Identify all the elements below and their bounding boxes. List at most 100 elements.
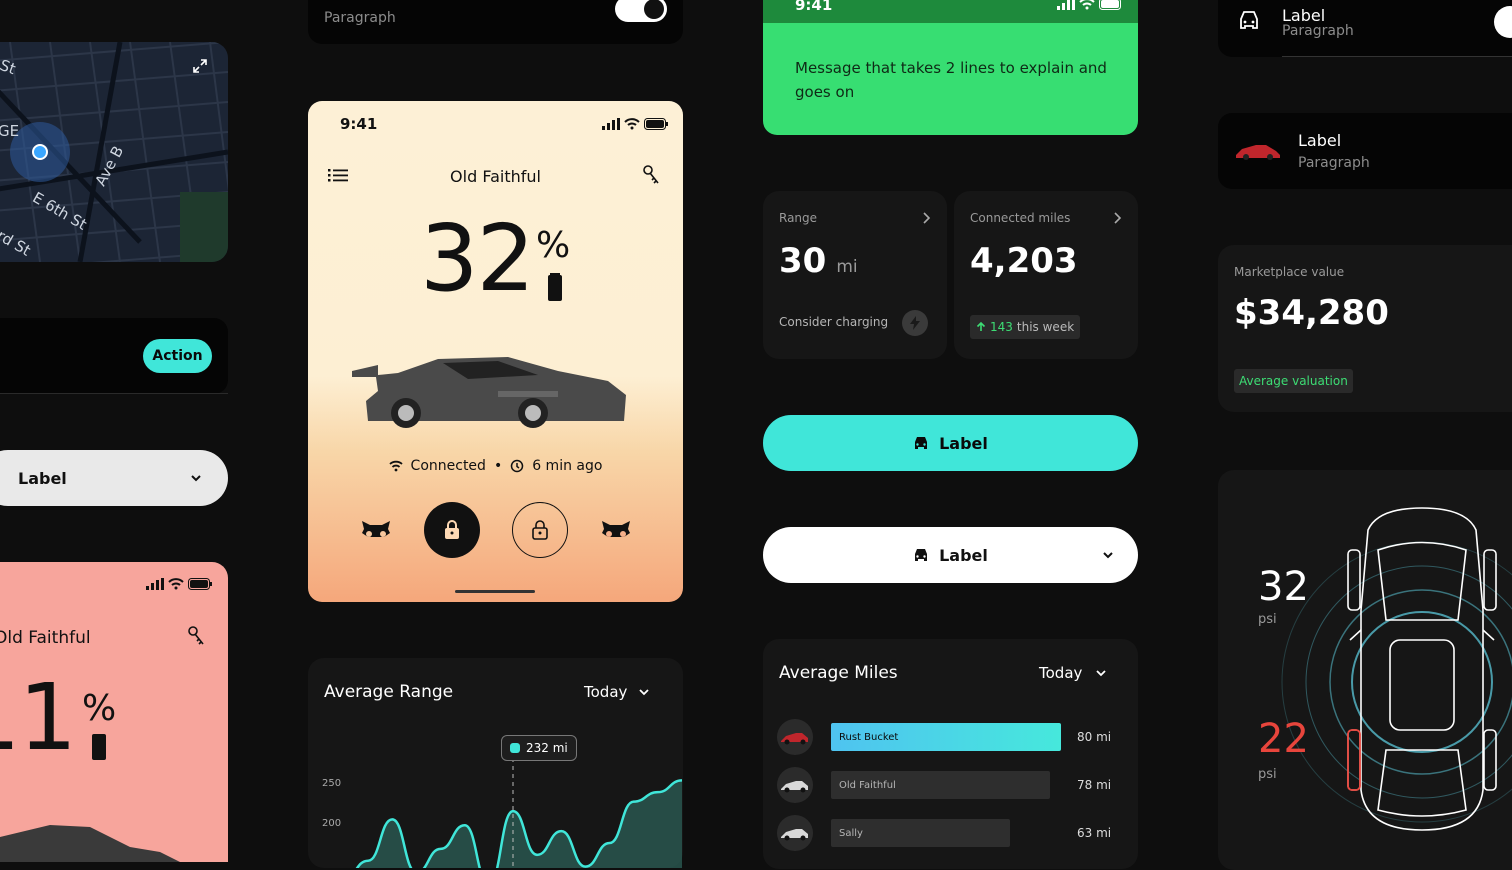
car-icon [1240, 11, 1258, 29]
stat-label: Range [779, 211, 818, 225]
expand-icon[interactable] [192, 58, 208, 74]
lock-button[interactable] [424, 502, 480, 558]
stat-hint: Consider charging [779, 315, 889, 329]
pink-phone-screen: Old Faithful 11 % [0, 562, 228, 862]
keys-icon[interactable] [184, 624, 208, 648]
battery-level-icon [548, 275, 562, 301]
status-separator: • [493, 458, 503, 474]
car-illustration [352, 357, 626, 428]
stat-value-group: 30 mi [779, 241, 858, 281]
map-street-label: GE [0, 122, 20, 140]
bar-value: 63 mi [1077, 826, 1112, 840]
action-card: Action [0, 318, 228, 394]
y-tick-label: 200 [322, 818, 342, 829]
map-card[interactable]: St GE Ave B E 6th St rd St [0, 42, 228, 262]
message-banner: 9:41 Message that takes 2 lines to expla… [763, 0, 1138, 135]
wifi-icon [388, 460, 403, 472]
tooltip-value: 232 mi [526, 741, 568, 755]
chevron-right-icon [923, 212, 931, 224]
bar-fill: Old Faithful [831, 771, 1050, 799]
connection-text: Connected [410, 458, 486, 474]
battery-cap [550, 273, 560, 276]
pressure-unit: psi [1258, 767, 1277, 782]
rear-tire-pressure: 22 [1258, 716, 1309, 762]
car-top-view [1281, 507, 1512, 831]
primary-button[interactable]: Label [763, 415, 1138, 471]
delta-badge: 143 this week [970, 315, 1081, 339]
list-item[interactable]: Label Paragraph [1218, 113, 1512, 189]
divider [1282, 56, 1512, 57]
wifi-icon [168, 578, 184, 590]
car-icon [915, 437, 928, 449]
battery-level-icon [92, 734, 106, 760]
market-value: $34,280 [1234, 293, 1389, 333]
tire-pressure-card: 32 psi 22 psi [1218, 470, 1512, 870]
range-stat-card[interactable]: Range 30 mi Consider charging [763, 191, 947, 359]
bar-row: Old Faithful 78 mi [777, 767, 1124, 803]
percent-sign: % [536, 225, 571, 266]
arrow-up-icon [976, 322, 986, 331]
range-chart [344, 758, 683, 868]
bar-label: Old Faithful [839, 779, 896, 791]
pressure-unit: psi [1258, 612, 1277, 627]
label-dropdown[interactable]: Label [0, 450, 228, 506]
action-button[interactable]: Action [143, 339, 212, 373]
chart-tooltip: 232 mi [501, 735, 577, 761]
bar-track: Rust Bucket [831, 723, 1061, 751]
chevron-right-icon [1114, 212, 1122, 224]
toggle-knob[interactable] [1494, 6, 1512, 38]
vehicle-dropdown[interactable]: Label [763, 527, 1138, 583]
period-label: Today [1039, 664, 1083, 682]
frunk-icon[interactable] [360, 515, 392, 539]
delta-value: 143 [990, 320, 1013, 334]
vehicle-phone-screen: 9:41 Old Faithful 32 % Connected • 6 min… [308, 101, 683, 602]
vehicle-title: Old Faithful [450, 167, 541, 186]
trunk-icon[interactable] [600, 515, 632, 539]
list-paragraph: Paragraph [1298, 155, 1370, 171]
signal-icon [602, 118, 620, 130]
unlock-icon [532, 520, 548, 540]
status-icons [1057, 0, 1123, 10]
chevron-down-icon [1103, 552, 1113, 559]
car-thumbnail [777, 815, 813, 851]
signal-icon [1057, 0, 1075, 10]
marketplace-card: Marketplace value $34,280 Average valuat… [1218, 245, 1512, 412]
front-tire-pressure: 32 [1258, 564, 1309, 610]
bar-track: Old Faithful [831, 771, 1061, 799]
period-dropdown[interactable]: Today [584, 683, 650, 701]
valuation-badge: Average valuation [1234, 369, 1353, 393]
period-label: Today [584, 683, 628, 701]
percent-sign: % [82, 688, 117, 729]
stat-label: Connected miles [970, 211, 1071, 225]
period-dropdown[interactable]: Today [1039, 664, 1107, 682]
car-illustration [0, 825, 180, 862]
lock-icon [445, 520, 459, 539]
chevron-down-icon [639, 689, 650, 696]
car-thumbnail [777, 719, 813, 755]
chevron-down-icon [1096, 670, 1107, 677]
list-item[interactable]: Label Paragraph [1218, 0, 1512, 57]
connected-miles-card[interactable]: Connected miles 4,203 143 this week [954, 191, 1138, 359]
stat-unit: mi [836, 257, 858, 277]
battery-icon [1099, 0, 1121, 10]
dropdown-label: Label [939, 545, 988, 565]
stat-value: 4,203 [970, 241, 1078, 281]
keys-icon[interactable] [639, 163, 663, 187]
dropdown-label: Label [18, 468, 67, 488]
unlock-button[interactable] [512, 502, 568, 558]
bar-value: 78 mi [1077, 778, 1112, 792]
status-icons [146, 578, 212, 590]
battery-icon [188, 578, 212, 590]
toggle-switch[interactable] [615, 0, 667, 22]
bar-label: Sally [839, 827, 863, 839]
tooltip-swatch [510, 743, 520, 753]
average-miles-card: Average Miles Today Rust Bucket 80 mi Old … [763, 639, 1138, 869]
connection-status: Connected • 6 min ago [308, 458, 683, 474]
message-text: Message that takes 2 lines to explain an… [795, 59, 1107, 101]
wifi-icon [624, 118, 640, 130]
bar-row: Sally 63 mi [777, 815, 1124, 851]
bar-track: Sally [831, 819, 1061, 847]
bar-label: Rust Bucket [839, 731, 899, 743]
status-icons [602, 118, 668, 130]
clock-icon [510, 459, 524, 473]
